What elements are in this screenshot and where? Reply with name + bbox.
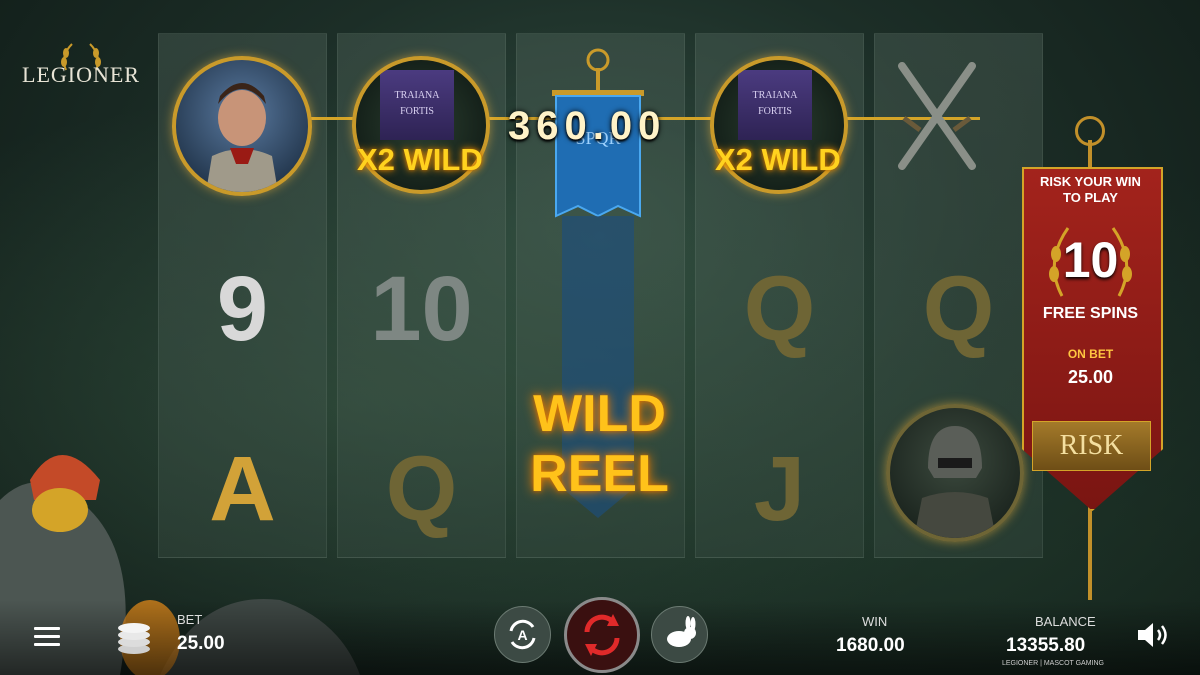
autoplay-icon: A (509, 619, 536, 650)
centurion-portrait-symbol (886, 404, 1024, 542)
banner-text-2: FORTIS (758, 106, 792, 117)
banner-text-1: TRAIANA (394, 90, 440, 101)
legionary-portrait-icon (206, 83, 278, 192)
reel-4-symbol-2: Q (743, 258, 816, 360)
crossed-swords-icon (898, 62, 976, 170)
svg-text:A: A (517, 627, 527, 643)
coins-icon[interactable] (114, 619, 154, 655)
reel-2-symbol-2: 10 (370, 258, 473, 360)
spin-icon (584, 614, 620, 656)
risk-button[interactable]: RISK (1032, 421, 1151, 471)
banner-text-1: TRAIANA (752, 90, 798, 101)
wild-reel-label-2: REEL (530, 445, 669, 503)
x2-wild-label: X2 WILD (357, 142, 483, 177)
spin-button[interactable] (564, 597, 640, 673)
reel-5-symbol-2: Q (922, 258, 995, 360)
reel-4-symbol-3: J (753, 438, 806, 540)
balance-value: 13355.80 (1006, 635, 1086, 656)
menu-icon[interactable] (34, 627, 60, 647)
on-bet-value: 25.00 (1067, 367, 1114, 387)
bet-label: BET (177, 612, 203, 627)
wild-reel-label-1: WILD (533, 385, 666, 443)
autoplay-button[interactable]: A (494, 606, 551, 663)
logo-text: LEGIONER (22, 62, 140, 87)
game-logo: LEGIONER (16, 40, 146, 100)
risk-feature-banner: RISK YOUR WIN TO PLAY 10 FREE SPINS ON B… (1022, 167, 1163, 517)
free-spins-label: FREE SPINS (1042, 305, 1139, 322)
reel-2-symbol-3: Q (385, 438, 458, 540)
turbo-button[interactable] (651, 606, 708, 663)
win-value: 1680.00 (836, 635, 905, 656)
bet-value: 25.00 (177, 633, 225, 654)
balance-label: BALANCE (1035, 614, 1096, 629)
helmet-warrior-icon (914, 426, 996, 538)
traiana-banner: TRAIANA FORTIS (380, 70, 454, 140)
footer-brand: LEGIONER | MASCOT GAMING (1001, 660, 1105, 667)
legionary-portrait-symbol (172, 56, 312, 196)
risk-title-line-2: TO PLAY (1063, 190, 1118, 205)
banner-text-2: FORTIS (400, 106, 434, 117)
speaker-icon[interactable] (1136, 621, 1170, 649)
win-label: WIN (862, 614, 888, 629)
win-line-amount: 360.00 (508, 104, 667, 148)
on-bet-label: ON BET (1067, 347, 1114, 361)
turbo-rabbit-icon (667, 616, 696, 647)
x2-wild-label: X2 WILD (715, 142, 841, 177)
reel-1-symbol-2: 9 (216, 258, 269, 360)
free-spins-count: 10 (1062, 232, 1119, 288)
risk-title-line-1: RISK YOUR WIN (1040, 174, 1141, 189)
traiana-banner: TRAIANA FORTIS (738, 70, 812, 140)
